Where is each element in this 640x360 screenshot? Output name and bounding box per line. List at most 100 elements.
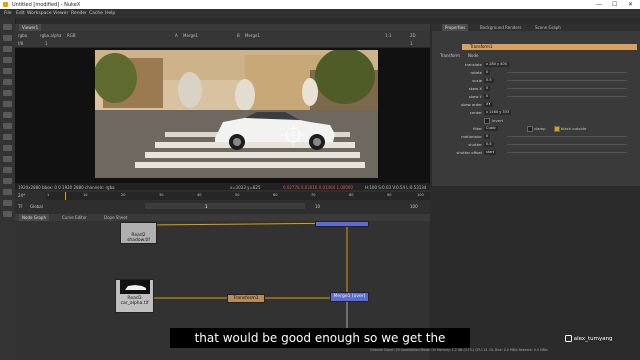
furnace-tool-icon[interactable] bbox=[3, 178, 12, 184]
menu-edit[interactable]: Edit bbox=[16, 11, 25, 16]
zoom-select[interactable]: 1:1 bbox=[385, 33, 391, 38]
transform1-node[interactable]: Transform1 bbox=[227, 294, 265, 303]
tab-scene-graph[interactable]: Scene Graph bbox=[532, 24, 564, 31]
input-b-select[interactable]: Merge1 bbox=[245, 33, 260, 38]
tick-label: 80 bbox=[349, 193, 354, 197]
viewer-panel: Viewer1 rgba rgba.alpha RGB A Merge1 B M… bbox=[15, 24, 430, 214]
skew-x-slider[interactable] bbox=[507, 88, 627, 89]
node-name[interactable]: Transform1 bbox=[462, 44, 492, 49]
cursor-coords: x=1033 y=825 bbox=[230, 184, 261, 190]
timeline-ruler[interactable]: 1 10 20 30 40 50 60 70 80 90 100 bbox=[45, 192, 430, 200]
invert-checkbox[interactable] bbox=[484, 118, 490, 124]
read3-file: car_alpha.tif bbox=[120, 301, 149, 306]
plugin-tool-icon[interactable] bbox=[3, 211, 12, 217]
mode-select[interactable]: 2D bbox=[410, 33, 416, 38]
tick-label: 70 bbox=[311, 193, 316, 197]
merge-tool-icon[interactable] bbox=[3, 101, 12, 107]
frame-step[interactable]: 10 bbox=[315, 204, 320, 209]
other-tool-icon[interactable] bbox=[3, 167, 12, 173]
watermark: alex_tumyang bbox=[565, 335, 613, 342]
rotate-slider[interactable] bbox=[507, 72, 627, 73]
read3-node[interactable]: Read3 car_alpha.tif bbox=[115, 279, 154, 313]
merge1-node[interactable]: Merge1 (over) bbox=[330, 292, 369, 302]
motionblur-slider[interactable] bbox=[507, 136, 627, 137]
draw-tool-icon[interactable] bbox=[3, 35, 12, 41]
node-header: Transform1 bbox=[462, 44, 637, 50]
scale-slider[interactable] bbox=[507, 80, 627, 81]
clamp-checkbox[interactable] bbox=[527, 126, 533, 132]
menu-viewer[interactable]: Viewer bbox=[53, 11, 68, 16]
tick-label: 1 bbox=[47, 193, 50, 197]
gain-value[interactable]: f/8 bbox=[18, 41, 23, 46]
tick-label: 100 bbox=[417, 193, 424, 197]
playback-controls[interactable] bbox=[145, 203, 305, 209]
subtab-transform[interactable]: Transform bbox=[440, 53, 460, 58]
prop-scale: scale 0.5 bbox=[432, 77, 640, 84]
subtab-node[interactable]: Node bbox=[468, 53, 478, 58]
clamp-label: clamp bbox=[534, 126, 546, 131]
viewer-tab-bar: Viewer1 bbox=[15, 24, 430, 31]
tab-properties[interactable]: Properties bbox=[442, 24, 469, 31]
menu-render[interactable]: Render bbox=[71, 11, 87, 16]
keyer-tool-icon[interactable] bbox=[3, 90, 12, 96]
maximize-button[interactable]: ☐ bbox=[612, 1, 617, 8]
menu-workspace[interactable]: Workspace bbox=[27, 11, 52, 16]
menu-help[interactable]: Help bbox=[105, 11, 115, 16]
global-select[interactable]: Global bbox=[30, 204, 43, 209]
viewer-controls-top: rgba rgba.alpha RGB A Merge1 B Merge1 1:… bbox=[15, 31, 430, 39]
viewer-image bbox=[95, 50, 378, 178]
black-outside-checkbox[interactable] bbox=[554, 126, 560, 132]
end-frame[interactable]: 100 bbox=[410, 204, 418, 209]
prop-motionblur: motionblur 0 bbox=[432, 133, 640, 140]
format-info: 1920x2880 bbox: 0 0 1920 2880 channels: … bbox=[18, 184, 115, 190]
timecode-select[interactable]: TF bbox=[18, 204, 23, 209]
gamma-value[interactable]: 1 bbox=[45, 41, 48, 46]
prop-shutter: shutter 0.5 bbox=[432, 141, 640, 148]
image-tool-icon[interactable] bbox=[3, 24, 12, 30]
menu-cache[interactable]: Cache bbox=[89, 11, 103, 16]
viewer-canvas[interactable] bbox=[15, 48, 430, 183]
3d-tool-icon[interactable] bbox=[3, 123, 12, 129]
shutter-slider[interactable] bbox=[507, 144, 627, 145]
timeline-panel: 1 10 20 30 40 50 60 70 80 90 100 24* TF … bbox=[15, 190, 430, 214]
video-subtitle: that would be good enough so we get the bbox=[170, 328, 470, 348]
tick-label: 30 bbox=[159, 193, 164, 197]
tab-background-renders[interactable]: Background Renders bbox=[477, 24, 524, 31]
shutter-offset-slider[interactable] bbox=[507, 152, 627, 153]
read2-node[interactable]: Read2 shadow.tif bbox=[120, 222, 157, 244]
fps-value[interactable]: 24* bbox=[18, 193, 25, 198]
hsv-values: H:100 S:0.03 V:0.54 L:0.53134 bbox=[365, 184, 427, 190]
input-a-select[interactable]: Merge1 bbox=[183, 33, 198, 38]
prop-filter: filter Cubic clamp black outside bbox=[473, 125, 587, 132]
frame-range-value[interactable]: 1 bbox=[410, 41, 413, 46]
minimize-button[interactable]: — bbox=[596, 1, 602, 8]
time-tool-icon[interactable] bbox=[3, 46, 12, 52]
filter-tool-icon[interactable] bbox=[3, 79, 12, 85]
views-tool-icon[interactable] bbox=[3, 134, 12, 140]
nuke-logo-icon bbox=[3, 1, 8, 7]
color-tool-icon[interactable] bbox=[3, 68, 12, 74]
car-thumbnail-icon bbox=[119, 280, 150, 294]
channels-select[interactable]: rgba bbox=[18, 33, 27, 38]
close-button[interactable]: ✕ bbox=[628, 1, 633, 8]
tab-viewer1[interactable]: Viewer1 bbox=[19, 24, 42, 31]
transform-tool-icon[interactable] bbox=[3, 112, 12, 118]
merge-node-top[interactable] bbox=[315, 221, 369, 227]
prop-skew-y: skew Y 0 bbox=[432, 93, 640, 100]
menu-bar: File Edit Workspace Viewer Render Cache … bbox=[0, 9, 640, 18]
toolsets-icon[interactable] bbox=[3, 156, 12, 162]
particles-tool-icon[interactable] bbox=[3, 189, 12, 195]
menu-file[interactable]: File bbox=[4, 11, 12, 16]
window-title-bar: Untitled [modified] - NukeX — ☐ ✕ bbox=[0, 0, 640, 9]
prop-translate: translate x 280 y 400 bbox=[465, 61, 509, 67]
channel-tool-icon[interactable] bbox=[3, 57, 12, 63]
colorspace-select[interactable]: RGB bbox=[67, 33, 76, 38]
alpha-select[interactable]: rgba.alpha bbox=[40, 33, 61, 38]
status-bar: Channel Count: 23 Localization Mode: On … bbox=[370, 348, 548, 352]
current-frame[interactable]: 1 bbox=[205, 204, 208, 209]
tick-label: 50 bbox=[235, 193, 240, 197]
skew-y-slider[interactable] bbox=[507, 96, 627, 97]
metadata-tool-icon[interactable] bbox=[3, 145, 12, 151]
deep-tool-icon[interactable] bbox=[3, 200, 12, 206]
playhead[interactable] bbox=[65, 192, 66, 200]
